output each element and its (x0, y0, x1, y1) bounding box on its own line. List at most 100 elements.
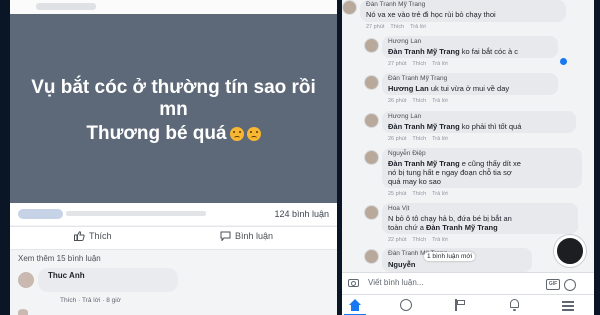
post-text-line3-text: Thương bé quá (86, 122, 227, 144)
comment-actions: Thích · Trả lời · 8 giờ (60, 297, 121, 304)
comment-like[interactable]: Thích (412, 237, 426, 243)
comment-like[interactable]: Thích (390, 24, 404, 30)
comment-text: Nó va xe vào trẻ đi học rùi bỏ chạy thoi (366, 10, 496, 19)
comment-author[interactable]: Đàn Tranh Mỹ Trang (366, 1, 425, 8)
comment-time: 26 phút (388, 98, 407, 104)
comment: Nguyễn Điệp Đàn Tranh Mỹ Trang e cũng th… (342, 148, 594, 200)
see-more-comments[interactable]: Xem thêm 15 bình luận (18, 254, 101, 263)
avatar[interactable] (364, 150, 379, 165)
avatar[interactable] (364, 75, 379, 90)
comment-time: 26 phút (388, 136, 407, 142)
comment-button[interactable]: Bình luận (220, 231, 273, 241)
avatar[interactable] (342, 0, 357, 15)
comment-author[interactable]: Hương Lan (388, 113, 421, 120)
comment-reply[interactable]: Trả lời (432, 98, 448, 104)
thumbs-up-icon (74, 231, 85, 241)
comment-text-body: ko phải thì tốt quá (459, 122, 522, 131)
post-text-line3: Thương bé quá (86, 121, 261, 147)
comment-author[interactable]: Hương Lan (388, 38, 421, 45)
comment-actions: 27 phút Thích Trả lời (366, 24, 426, 30)
post-text-line2: mn (159, 98, 188, 120)
like-label: Thích (89, 231, 112, 241)
avatar[interactable] (364, 249, 379, 264)
gif-icon[interactable]: GIF (546, 279, 560, 290)
comment-like[interactable]: Thích (412, 136, 426, 142)
comment: Hương Lan Đàn Tranh Mỹ Trang ko fai bắt … (342, 36, 594, 70)
like-reaction-icon (560, 58, 567, 65)
home-icon[interactable] (348, 299, 362, 311)
comment: Thuc Anh Thích · Trả lời · 8 giờ (18, 268, 328, 308)
post-panel: Vụ bắt cóc ở thường tín sao rồi mn Thươn… (10, 0, 337, 315)
comment-actions: 22 phút Thích Trả lời (388, 237, 448, 243)
write-comment-bar: Viết bình luận... GIF (342, 272, 594, 295)
like-button[interactable]: Thích (74, 231, 112, 241)
comment-text-body: uk tui vừa ở mui về day (428, 84, 510, 93)
mention[interactable]: Hương Lan (388, 84, 429, 93)
blurred-meta (66, 211, 206, 216)
avatar[interactable] (18, 309, 28, 315)
comment-time: 27 phút (388, 61, 407, 67)
sad-face-icon (246, 126, 261, 141)
menu-icon[interactable] (562, 299, 576, 311)
bottom-tab-bar (342, 294, 594, 315)
sad-face-icon (229, 126, 244, 141)
mention[interactable]: Đàn Tranh Mỹ Trang (426, 223, 498, 232)
comment-author[interactable]: Đàn Tranh Mỹ Trang (388, 75, 447, 82)
comment-time: 25 phút (388, 191, 407, 197)
camera-icon[interactable] (348, 279, 359, 287)
comment: Hoa Vịt N bỏ ô tô chạy hả b, đứa bé bị b… (342, 203, 594, 247)
post-text-line1: Vụ bắt cóc ở thường tín sao rồi (31, 76, 316, 98)
comment-actions: 26 phút Thích Trả lời (388, 98, 448, 104)
comment-time: 27 phút (366, 24, 385, 30)
comment-time: 22 phút (388, 237, 407, 243)
emoji-icon[interactable] (564, 279, 576, 291)
post-content: Vụ bắt cóc ở thường tín sao rồi mn Thươn… (10, 14, 337, 203)
comment-icon (220, 231, 231, 241)
mention[interactable]: Đàn Tranh Mỹ Trang (388, 159, 460, 168)
comment-reply[interactable]: Trả lời (432, 191, 448, 197)
avatar[interactable] (364, 113, 379, 128)
mention[interactable]: Đàn Tranh Mỹ Trang (388, 122, 460, 131)
groups-icon[interactable] (400, 299, 412, 311)
comment-author[interactable]: Nguyễn Điệp (388, 150, 426, 157)
comment: Đàn Tranh Mỹ Trang Nó va xe vào trẻ đi h… (342, 0, 594, 32)
comment-text: N bỏ ô tô chạy hả b, đứa bé bị bắt an (388, 214, 512, 223)
post-actions: Thích Bình luận (10, 226, 337, 250)
new-comment-pill[interactable]: 1 bình luận mới (424, 252, 476, 261)
comment-reply[interactable]: Trả lời (432, 237, 448, 243)
mention[interactable]: Đàn Tranh Mỹ Trang (388, 47, 460, 56)
avatar[interactable] (364, 38, 379, 53)
comment-input[interactable]: Viết bình luận... (368, 278, 423, 287)
avatar[interactable] (18, 272, 34, 288)
comment-reply[interactable]: Trả lời (432, 61, 448, 67)
comment: Hương Lan Đàn Tranh Mỹ Trang ko phải thì… (342, 111, 594, 145)
blurred-author (36, 3, 96, 10)
comment-text: Đàn Tranh Mỹ Trang e cũng thấy dít xe (388, 159, 521, 168)
comment-text: Đàn Tranh Mỹ Trang ko fai bắt cóc à c (388, 47, 518, 56)
comment-actions: 27 phút Thích Trả lời (388, 61, 448, 67)
comment-like[interactable]: Thích (60, 297, 76, 304)
comment-author[interactable]: Hoa Vịt (388, 205, 409, 212)
comment-text-line2: toàn chứ a Đàn Tranh Mỹ Trang (388, 223, 498, 232)
comment-actions: 25 phút Thích Trả lời (388, 191, 448, 197)
post-header (10, 0, 337, 14)
comment-text-body: toàn chứ a (388, 223, 426, 232)
comment-text-body: ko fai bắt cóc à c (459, 47, 519, 56)
comment-text: Hương Lan uk tui vừa ở mui về day (388, 84, 509, 93)
avatar[interactable] (364, 205, 379, 220)
comment-like[interactable]: Thích (412, 61, 426, 67)
comments-panel: Đàn Tranh Mỹ Trang Nó va xe vào trẻ đi h… (342, 0, 594, 315)
comment-text-line3: quá may ko sao (388, 177, 441, 186)
comment-reply[interactable]: Trả lời (432, 136, 448, 142)
reaction-icons[interactable] (18, 209, 63, 219)
comment-like[interactable]: Thích (412, 98, 426, 104)
comment-author[interactable]: Thuc Anh (48, 271, 85, 280)
flag-icon[interactable] (454, 299, 468, 311)
floating-bubble[interactable] (554, 235, 586, 267)
comment-reply[interactable]: Trả lời (82, 297, 100, 304)
comment-reply[interactable]: Trả lời (410, 24, 426, 30)
bell-icon[interactable] (508, 299, 522, 311)
comment-count[interactable]: 124 bình luận (274, 209, 329, 219)
comment-like[interactable]: Thích (412, 191, 426, 197)
post-meta: 124 bình luận (10, 203, 337, 225)
